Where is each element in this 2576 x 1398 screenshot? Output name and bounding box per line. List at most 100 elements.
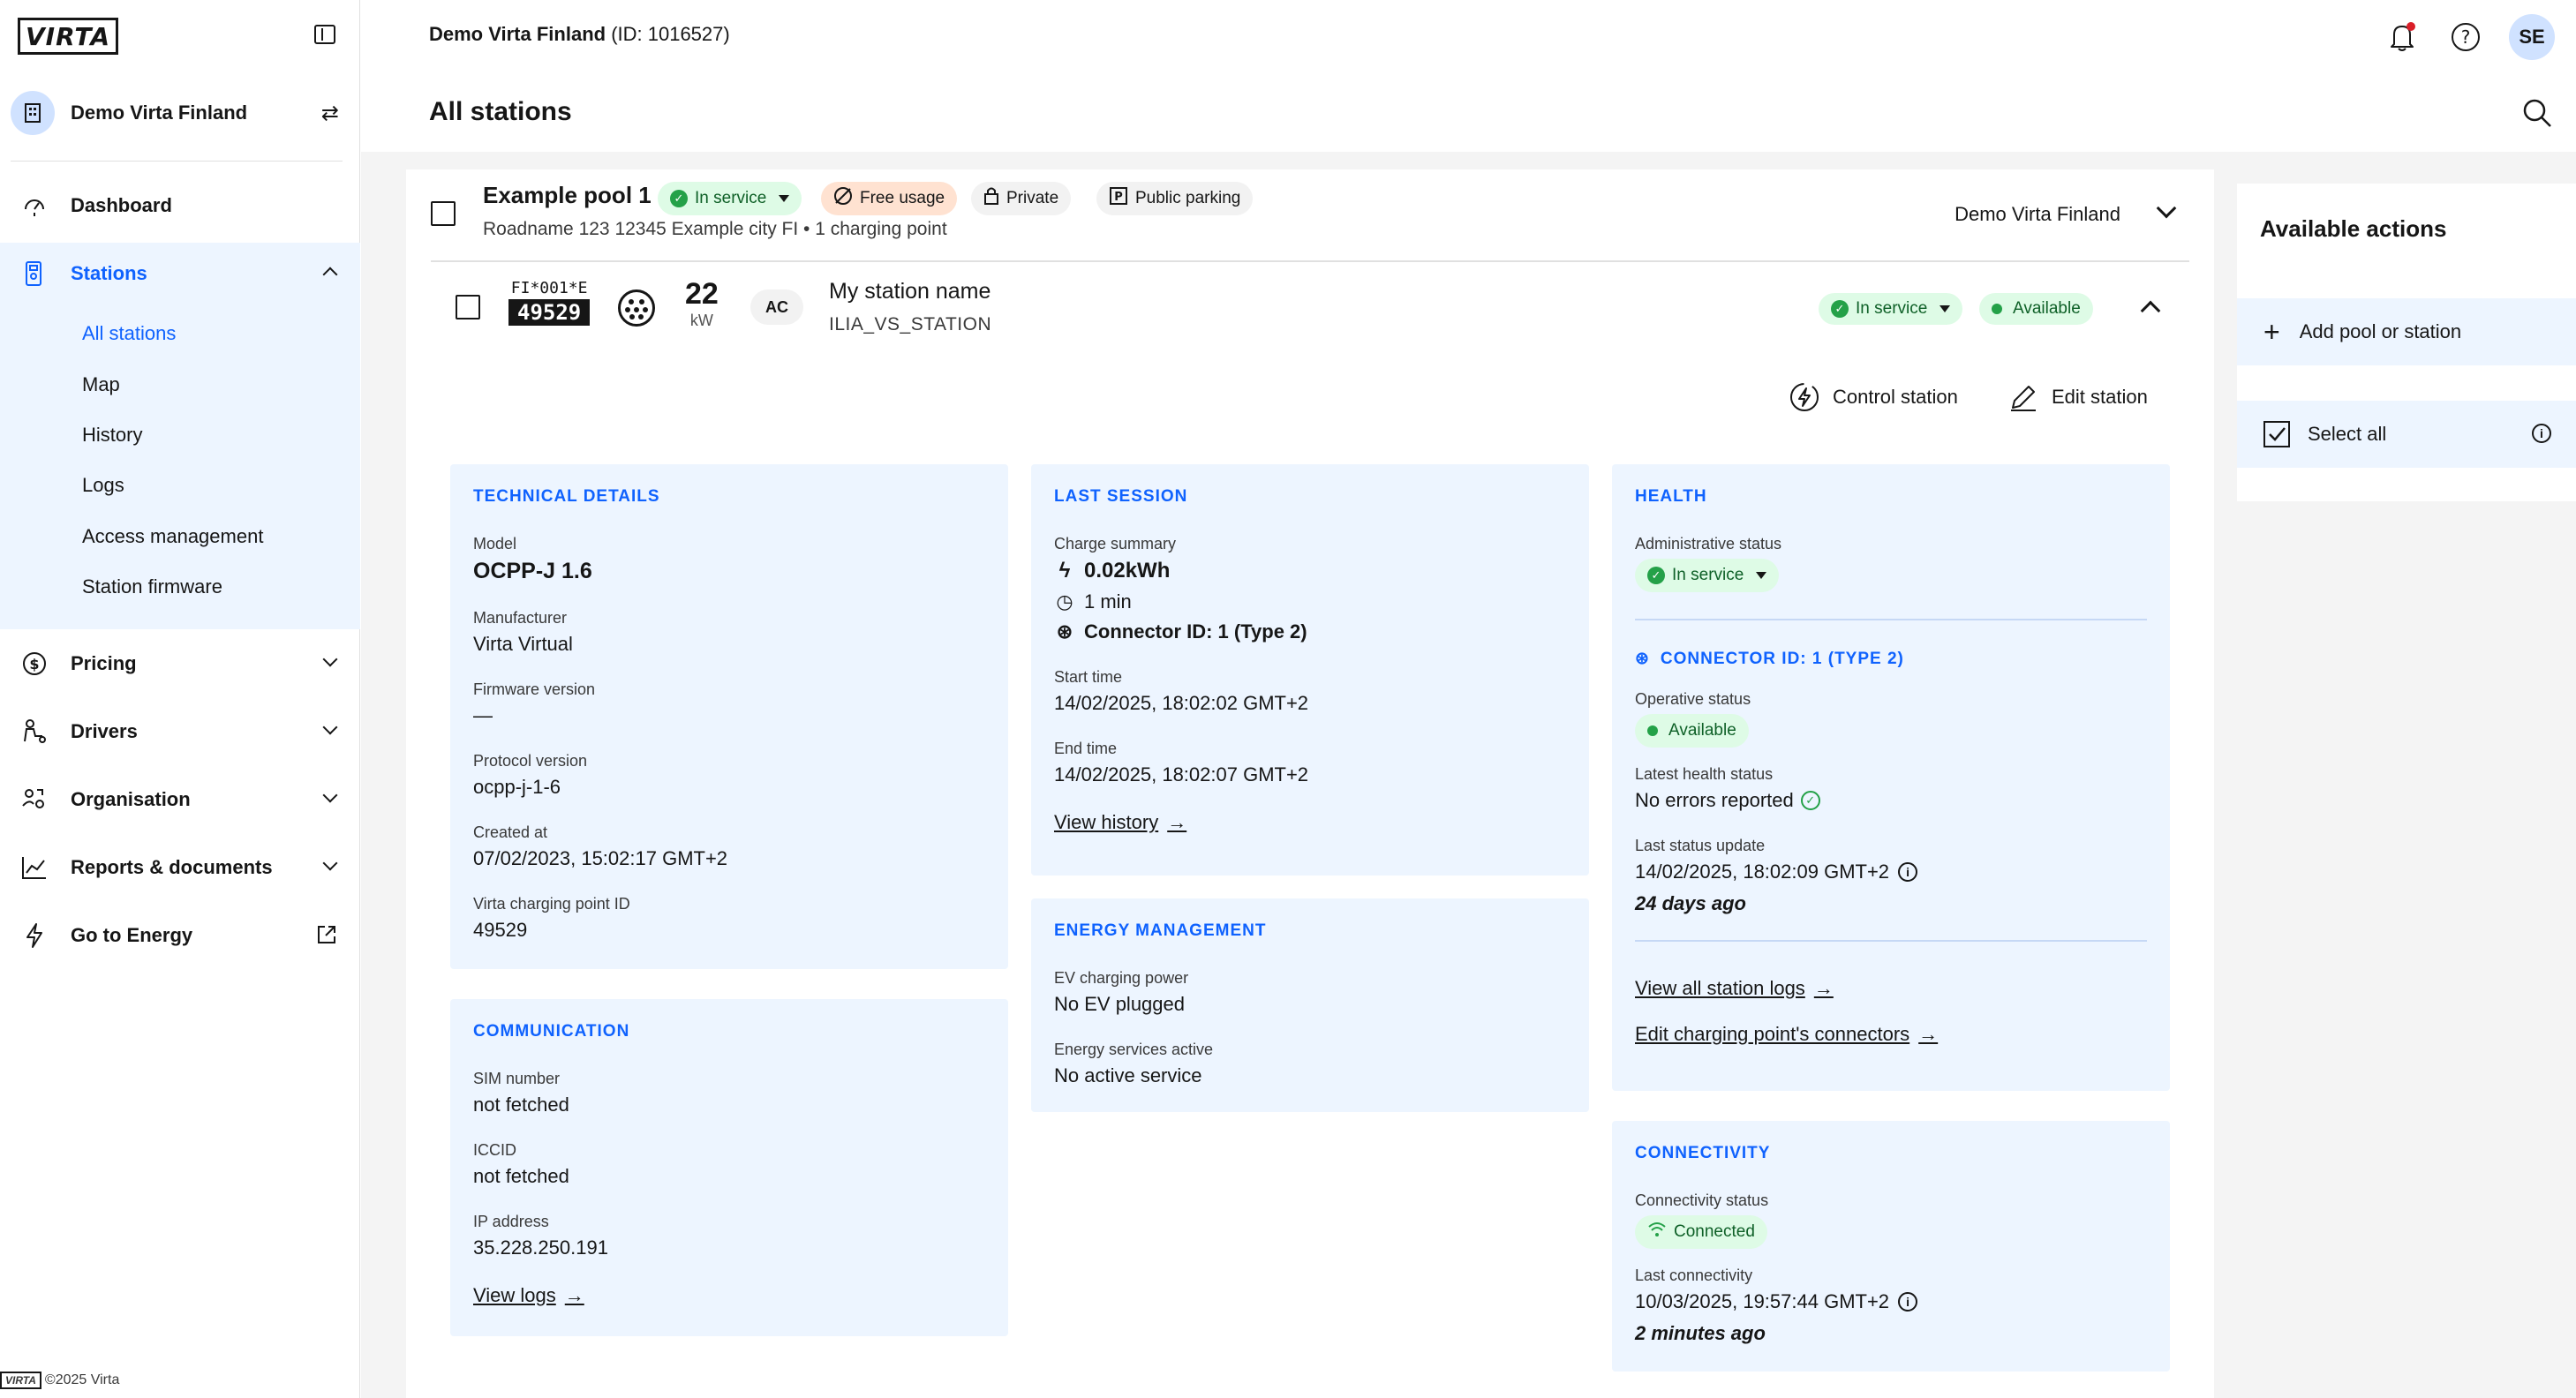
sidebar-item-label: Organisation (71, 788, 191, 810)
health-panel: HEALTH Administrative status ✓ In servic… (1612, 464, 2170, 1091)
connector-heading-label: CONNECTOR ID: 1 (TYPE 2) (1660, 649, 1904, 668)
availability-tag: Available (1979, 293, 2093, 325)
energy-management-title: ENERGY MANAGEMENT (1054, 921, 1267, 940)
connectivity-status-label: Connectivity status (1635, 1191, 1769, 1209)
sidebar-item-energy[interactable]: Go to Energy (0, 905, 360, 966)
driver-icon (21, 718, 48, 745)
health-title: HEALTH (1635, 487, 1707, 506)
sidebar-item-organisation[interactable]: Organisation (0, 769, 360, 831)
edit-connectors-label: Edit charging point's connectors (1635, 1023, 1910, 1045)
station-checkbox[interactable] (456, 295, 480, 319)
public-parking-label: Public parking (1135, 189, 1241, 207)
duration-value: 1 min (1084, 590, 1132, 613)
swap-icon[interactable]: ⇄ (321, 101, 339, 125)
dollar-icon: $ (21, 650, 48, 677)
chevron-up-icon[interactable] (2140, 300, 2161, 321)
edit-station-button[interactable]: Edit station (2007, 381, 2148, 413)
end-time-label: End time (1054, 740, 1118, 757)
footer-logo: VIRTA (0, 1372, 41, 1389)
add-pool-or-station-button[interactable]: + Add pool or station (2237, 298, 2576, 365)
sidebar-subitem-logs[interactable]: Logs (82, 474, 124, 497)
station-status-label: In service (1856, 299, 1928, 318)
no-price-icon (833, 186, 853, 211)
connectivity-panel: CONNECTIVITY Connectivity status Connect… (1612, 1121, 2170, 1372)
chevron-down-icon[interactable] (2156, 198, 2177, 219)
view-history-link[interactable]: View history → (1054, 811, 1186, 834)
sidebar-item-label: Pricing (71, 652, 137, 674)
duration-row: ◷ 1 min (1054, 590, 1566, 613)
svg-text:P: P (1114, 191, 1123, 204)
sidebar-subitem-history[interactable]: History (82, 424, 142, 447)
communication-title: COMMUNICATION (473, 1022, 630, 1041)
chart-icon (21, 854, 48, 881)
edit-connectors-link[interactable]: Edit charging point's connectors → (1635, 1023, 1938, 1046)
last-session-title: LAST SESSION (1054, 487, 1188, 506)
connector-heading: ⊛ CONNECTOR ID: 1 (TYPE 2) (1635, 649, 2147, 669)
operative-status-value: Available (1668, 721, 1736, 740)
latest-health-value: No errors reported ✓ (1635, 789, 2147, 812)
org-name: Demo Virta Finland (71, 101, 248, 124)
caret-down-icon (1940, 305, 1951, 312)
iccid-value: not fetched (473, 1165, 569, 1187)
lock-icon (983, 186, 999, 211)
view-logs-label: View logs (473, 1284, 556, 1306)
protocol-label: Protocol version (473, 752, 588, 770)
cpid-label: Virta charging point ID (473, 895, 630, 913)
chevron-down-icon (322, 787, 338, 803)
check-icon: ✓ (670, 190, 688, 207)
sim-label: SIM number (473, 1070, 561, 1087)
sidebar-subitem-map[interactable]: Map (82, 373, 120, 396)
virta-logo[interactable]: VIRTA (18, 18, 118, 55)
created-value: 07/02/2023, 15:02:17 GMT+2 (473, 847, 728, 869)
pool-divider (431, 260, 2189, 262)
pool-status-dropdown[interactable]: ✓ In service (658, 182, 802, 215)
control-station-button[interactable]: Control station (1789, 381, 1958, 413)
pool-org: Demo Virta Finland (1955, 203, 2120, 225)
station-name[interactable]: My station name (829, 279, 990, 304)
select-all-button[interactable]: Select all i (2237, 401, 2576, 468)
sidebar-item-stations[interactable]: Stations (0, 243, 360, 304)
arrow-right-icon: → (1167, 811, 1187, 833)
sidebar-item-reports[interactable]: Reports & documents (0, 837, 360, 898)
search-icon[interactable] (2521, 97, 2553, 133)
stations-nav-group: Stations All stations Map History Logs A… (0, 243, 360, 629)
info-icon[interactable]: i (2532, 424, 2551, 443)
chevron-down-icon (322, 719, 338, 735)
start-time-label: Start time (1054, 668, 1123, 686)
last-connectivity-label: Last connectivity (1635, 1266, 1753, 1284)
sidebar-item-drivers[interactable]: Drivers (0, 701, 360, 763)
notification-bell-icon[interactable] (2382, 17, 2422, 57)
help-icon[interactable]: ? (2445, 17, 2486, 57)
start-time-value: 14/02/2025, 18:02:02 GMT+2 (1054, 692, 1309, 714)
arrow-right-icon: → (564, 1284, 584, 1306)
cpid-value: 49529 (473, 919, 528, 941)
info-icon[interactable]: i (1898, 1292, 1918, 1312)
sidebar-subitem-station-firmware[interactable]: Station firmware (82, 575, 222, 598)
pencil-icon (2007, 381, 2039, 413)
user-avatar[interactable]: SE (2509, 14, 2555, 60)
end-time-value: 14/02/2025, 18:02:07 GMT+2 (1054, 763, 1309, 785)
sidebar-item-pricing[interactable]: $ Pricing (0, 633, 360, 695)
station-status-dropdown[interactable]: ✓ In service (1819, 293, 1963, 325)
technical-details-panel: TECHNICAL DETAILS Model OCPP-J 1.6 Manuf… (450, 464, 1008, 969)
org-switcher[interactable]: Demo Virta Finland ⇄ (11, 88, 346, 138)
last-update-ago: 24 days ago (1635, 892, 1746, 914)
pool-name[interactable]: Example pool 1 (483, 182, 652, 209)
view-station-logs-label: View all station logs (1635, 977, 1805, 999)
info-icon[interactable]: i (1898, 862, 1918, 882)
sidebar-collapse-icon[interactable] (314, 25, 335, 44)
pool-checkbox[interactable] (431, 201, 456, 226)
sidebar-subitem-access-management[interactable]: Access management (82, 525, 263, 548)
sidebar-subitem-all-stations[interactable]: All stations (82, 322, 176, 345)
admin-status-dropdown[interactable]: ✓ In service (1635, 559, 1780, 592)
latest-health-text: No errors reported (1635, 789, 1794, 811)
view-station-logs-link[interactable]: View all station logs → (1635, 977, 1834, 1000)
last-session-panel: LAST SESSION Charge summary ϟ 0.02kWh ◷ 1 … (1031, 464, 1589, 876)
private-tag: Private (971, 182, 1072, 215)
clock-icon: ◷ (1056, 590, 1073, 613)
energy-row: ϟ 0.02kWh (1054, 559, 1566, 583)
sidebar-item-label: Dashboard (71, 194, 172, 216)
chevron-down-icon (322, 651, 338, 667)
sidebar-item-dashboard[interactable]: Dashboard (0, 175, 360, 237)
view-logs-link[interactable]: View logs → (473, 1284, 584, 1307)
